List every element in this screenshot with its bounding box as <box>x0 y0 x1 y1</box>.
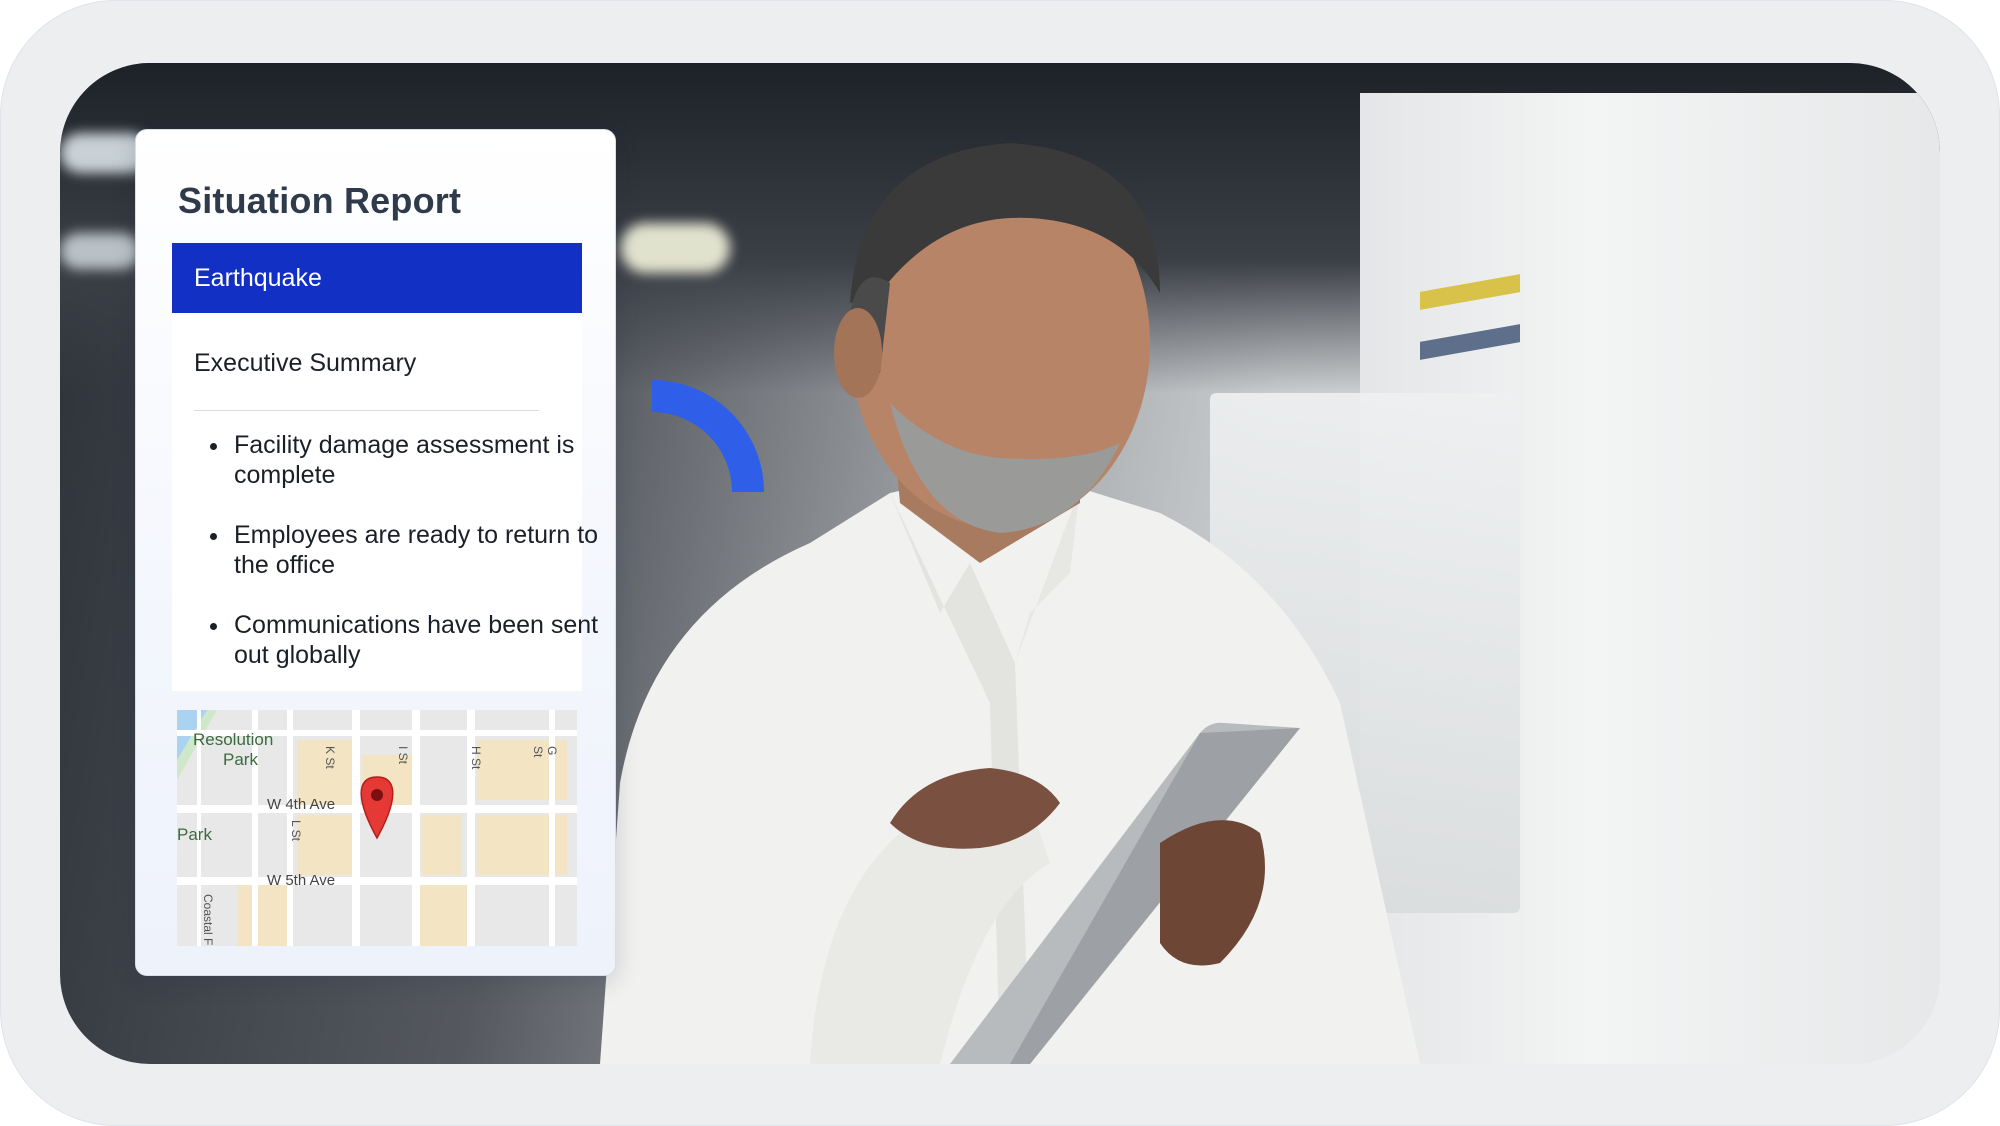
divider <box>194 410 539 411</box>
park-label: Resolution <box>193 730 274 749</box>
ceiling-light <box>60 233 140 269</box>
card-title: Situation Report <box>178 180 462 221</box>
park-label: Park <box>177 825 212 844</box>
street-label: W 5th Ave <box>267 872 336 889</box>
man-with-tablet <box>560 143 1560 1064</box>
street-label: G St <box>531 746 559 758</box>
street-label: W 4th Ave <box>267 796 336 813</box>
street-label: L St <box>289 820 303 841</box>
summary-list: Facility damage assessment is complete E… <box>194 430 614 700</box>
park-label: Park <box>223 750 258 769</box>
list-item: Employees are ready to return to the off… <box>210 520 614 580</box>
tab-earthquake[interactable]: Earthquake <box>172 243 582 313</box>
list-item: Facility damage assessment is complete <box>210 430 614 490</box>
street-label: H St <box>469 746 483 770</box>
situation-report-card: Situation Report Earthquake Executive Su… <box>135 129 616 976</box>
decorative-arc <box>652 380 764 492</box>
location-map[interactable]: Resolution Park Park W 4th Ave W 5th Ave… <box>177 710 577 946</box>
section-title: Executive Summary <box>194 349 417 377</box>
street-label: I St <box>396 746 410 765</box>
executive-summary-panel: Executive Summary Facility damage assess… <box>172 313 598 691</box>
street-label: Coastal F <box>201 894 215 946</box>
outer-frame: Situation Report Earthquake Executive Su… <box>0 0 2000 1126</box>
list-item: Communications have been sent out global… <box>210 610 614 670</box>
street-label: K St <box>323 746 337 769</box>
